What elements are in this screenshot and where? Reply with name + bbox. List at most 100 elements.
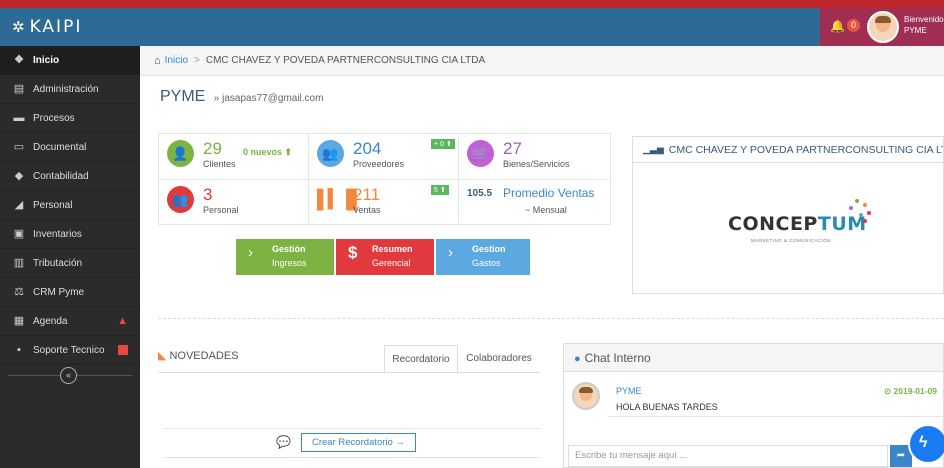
balance-icon: ⚖ (14, 286, 24, 298)
stat-label: Personal (203, 205, 239, 215)
group-icon: 👥 (167, 186, 194, 213)
crear-recordatorio-button[interactable]: Crear Recordatorio → (301, 433, 416, 452)
home-icon[interactable]: ⌂ (154, 55, 161, 67)
resumen-gerencial-button[interactable]: $ Resumen Gerencial (336, 239, 434, 275)
sidebar-collapse-button[interactable]: « (60, 367, 77, 384)
proveedores-badge: + 0 ⬆ (431, 139, 455, 149)
clock-icon: ⊙ (884, 386, 892, 396)
user-area: 🔔 0 Bienvenido, PYME (820, 8, 944, 46)
welcome-text[interactable]: Bienvenido, PYME (904, 14, 944, 36)
stat-label: Promedio Ventas (503, 186, 595, 200)
sidebar-item-crm[interactable]: ⚖ CRM Pyme (0, 278, 140, 307)
chat-bubble-icon: ● (574, 353, 581, 365)
chart-icon: ◢ (14, 199, 24, 211)
sidebar-item-administracion[interactable]: ▤ Administración (0, 75, 140, 104)
message-date: ⊙ 2019-01-09 (884, 386, 937, 396)
message-text: HOLA BUENAS TARDES (616, 402, 718, 412)
chevron-right-icon: › (448, 244, 453, 261)
support-alert-icon (118, 345, 128, 355)
top-accent-bar (0, 0, 944, 8)
user-avatar[interactable] (867, 11, 899, 43)
stat-ventas[interactable]: ▌▍▐▌ 211 Ventas 5 ⬆ (309, 180, 459, 226)
notification-badge[interactable]: 0 (847, 19, 860, 32)
stat-clientes[interactable]: 👤 29 Clientes 0 nuevos ⬆ (159, 134, 309, 180)
comments-icon: 💬 (276, 435, 291, 449)
page-title: PYME » jasapas77@gmail.com (160, 88, 324, 105)
stat-label: Clientes (203, 159, 236, 169)
stat-sublabel: ~ Mensual (525, 205, 567, 215)
sidebar-item-inicio[interactable]: ❖ Inicio (0, 46, 140, 75)
sidebar-item-agenda[interactable]: ▦ Agenda ▲ (0, 307, 140, 336)
company-logo-tagline: MARKETING & COMUNICACIÓN (751, 238, 832, 243)
breadcrumb-current: CMC CHAVEZ Y POVEDA PARTNERCONSULTING CI… (205, 55, 486, 66)
stat-promedio[interactable]: 105.5 Promedio Ventas ~ Mensual (459, 180, 609, 226)
bell-icon[interactable]: 🔔 (830, 19, 845, 33)
sidebar-item-tributacion[interactable]: ▥ Tributación (0, 249, 140, 278)
stat-value: 211 (353, 185, 381, 204)
company-panel: ▁▃▅ CMC CHAVEZ Y POVEDA PARTNERCONSULTING… (632, 136, 944, 294)
novedades-divider (164, 428, 540, 429)
section-divider (158, 318, 944, 319)
stat-value: 105.5 (467, 188, 493, 199)
gestion-ingresos-button[interactable]: › Gestión Ingresos (236, 239, 334, 275)
sidebar: ❖ Inicio ▤ Administración ▬ Procesos ▭ Docum… (0, 46, 140, 468)
chat-header: ● Chat Interno (564, 344, 943, 372)
cart-icon: 🛒 (467, 140, 494, 167)
stat-value: 29 (203, 139, 222, 158)
stat-value: 3 (203, 185, 213, 204)
breadcrumb-home-link[interactable]: Inicio (165, 55, 188, 66)
messenger-icon[interactable]: ϟ (908, 424, 944, 464)
chevron-right-icon: › (248, 244, 253, 261)
tab-colaboradores[interactable]: Colaboradores (460, 345, 538, 373)
sidebar-item-documental[interactable]: ▭ Documental (0, 133, 140, 162)
gestion-gastos-button[interactable]: › Gestion Gastos (436, 239, 530, 275)
calendar-icon: ▦ (13, 315, 25, 327)
sidebar-item-procesos[interactable]: ▬ Procesos (0, 104, 140, 133)
chat-panel: ● Chat Interno PYME ⊙ 2019-01-09 HOLA BUE… (563, 343, 944, 468)
dollar-icon: $ (348, 243, 358, 262)
stat-personal[interactable]: 👥 3 Personal (159, 180, 309, 226)
novedades-title: ◣ NOVEDADES (158, 350, 239, 362)
logo-star-icon: ✲ (12, 18, 27, 36)
stat-proveedores[interactable]: 👥 204 Proveedores + 0 ⬆ (309, 134, 459, 180)
rss-icon: ◣ (158, 350, 167, 362)
ventas-badge: 5 ⬆ (431, 185, 449, 195)
sidebar-item-soporte[interactable]: ▪ Soporte Tecnico (0, 336, 140, 365)
monitor-icon: ▭ (13, 141, 25, 153)
stat-label: Bienes/Servicios (503, 159, 570, 169)
tab-underline (158, 372, 540, 373)
chat-message-input[interactable]: Escribe tu mensaje aquí ... (568, 445, 888, 467)
stat-label: Proveedores (353, 159, 405, 169)
message-divider (608, 416, 944, 417)
logo-sparkle-icon (843, 197, 873, 225)
breadcrumb: ⌂ Inicio > CMC CHAVEZ Y POVEDA PARTNERCO… (140, 46, 944, 76)
logo-text: KAIPI (29, 17, 83, 37)
user-icon: 👤 (167, 140, 194, 167)
stats-panel: 👤 29 Clientes 0 nuevos ⬆ 👥 204 Proveedor… (158, 133, 611, 226)
stat-label: Ventas (353, 205, 381, 215)
top-navbar: ✲ KAIPI (0, 8, 944, 46)
stat-value: 204 (353, 139, 382, 158)
bar-chart-icon: ▌▍▐▌ (317, 189, 363, 209)
warning-icon: ▲ (117, 315, 128, 327)
add-user-icon: 👥 (317, 140, 344, 167)
sidebar-item-contabilidad[interactable]: ◆ Contabilidad (0, 162, 140, 191)
list-icon: ▤ (13, 83, 25, 95)
stat-value: 27 (503, 139, 522, 158)
sidebar-item-personal[interactable]: ◢ Personal (0, 191, 140, 220)
breadcrumb-separator: > (194, 55, 200, 66)
message-author[interactable]: PYME (616, 386, 642, 396)
signal-bars-icon: ▁▃▅ (643, 144, 664, 154)
dashboard-icon: ❖ (14, 54, 24, 66)
stat-bienes[interactable]: 🛒 27 Bienes/Servicios (459, 134, 609, 180)
novedades-divider (164, 457, 540, 458)
barcode-icon: ▥ (13, 257, 25, 269)
company-header: ▁▃▅ CMC CHAVEZ Y POVEDA PARTNERCONSULTING… (633, 137, 943, 163)
support-icon: ▪ (17, 344, 21, 356)
folder-icon: ▬ (13, 112, 25, 124)
tab-recordatorio[interactable]: Recordatorio (384, 345, 458, 373)
sidebar-item-inventarios[interactable]: ▣ Inventarios (0, 220, 140, 249)
app-logo[interactable]: ✲ KAIPI (12, 17, 82, 37)
avatar (572, 382, 600, 410)
new-clients-badge: 0 nuevos ⬆ (243, 147, 293, 157)
